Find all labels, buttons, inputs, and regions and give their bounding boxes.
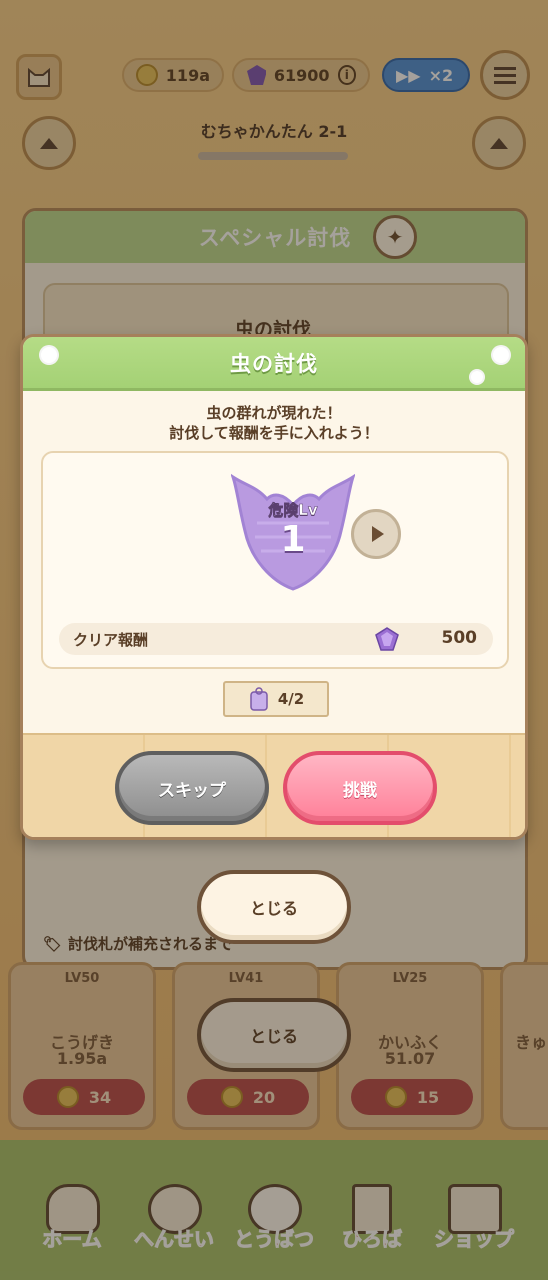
play-icon [371, 526, 384, 542]
ticket-counter: 4/2 [223, 681, 329, 717]
level-next-button[interactable] [351, 509, 401, 559]
bug-subjugation-dialog: 虫の討伐 虫の群れが現れた！ 討伐して報酬を手に入れよう！ 危険Lv 1 クリア… [20, 334, 528, 840]
gem-icon [375, 627, 399, 651]
flower-decoration [41, 347, 57, 363]
clear-reward-value: 500 [441, 628, 478, 648]
dialog-title: 虫の討伐 [230, 351, 318, 376]
danger-level-label: 危険Lv [268, 501, 318, 520]
flower-decoration [493, 347, 509, 363]
dialog-header: 虫の討伐 [23, 337, 525, 391]
challenge-button[interactable]: 挑戦 [283, 751, 437, 825]
dialog-close-button[interactable]: とじる [197, 870, 351, 944]
skip-button[interactable]: スキップ [115, 751, 269, 825]
ticket-tag-icon [250, 687, 268, 711]
clear-reward-row: クリア報酬 500 [59, 623, 493, 655]
flower-decoration [471, 371, 483, 383]
danger-level-value: 1 [280, 519, 306, 560]
info-card: 危険Lv 1 クリア報酬 500 [41, 451, 509, 669]
dialog-message: 虫の群れが現れた！ 討伐して報酬を手に入れよう！ [169, 404, 379, 442]
wood-floor-decoration [23, 733, 525, 837]
danger-level-badge: 危険Lv 1 [230, 471, 356, 599]
clear-reward-label: クリア報酬 [73, 631, 149, 649]
